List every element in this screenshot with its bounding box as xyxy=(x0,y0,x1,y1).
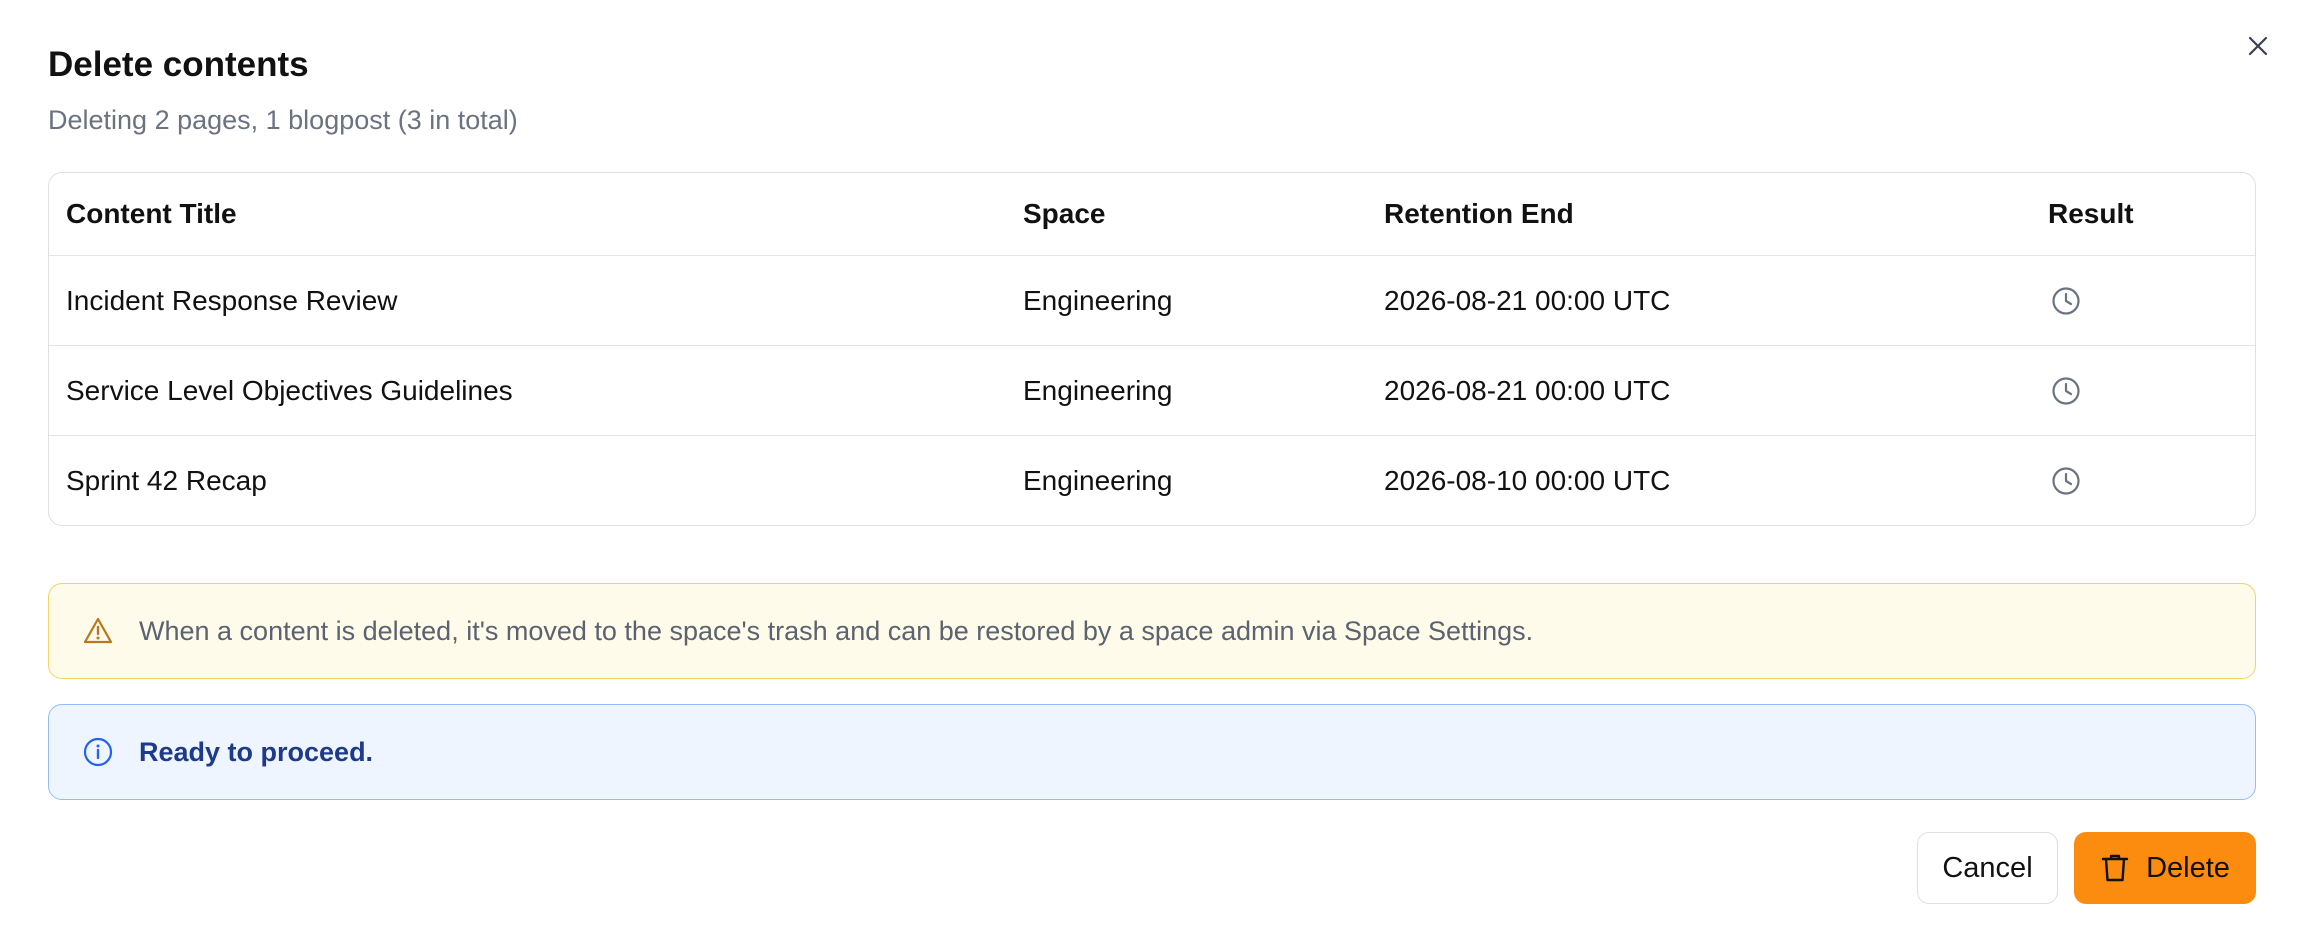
dialog-subtitle: Deleting 2 pages, 1 blogpost (3 in total… xyxy=(48,105,518,135)
cell-retention-end: 2026-08-10 00:00 UTC xyxy=(1384,464,1671,496)
close-button[interactable] xyxy=(2240,30,2276,66)
cell-content-title: Incident Response Review xyxy=(49,255,1006,346)
warning-text: When a content is deleted, it's moved to… xyxy=(139,615,1534,646)
clock-icon xyxy=(2050,465,2082,497)
cell-content-title: Service Level Objectives Guidelines xyxy=(49,345,1006,436)
cell-result xyxy=(2031,255,2255,346)
cell-space: Engineering xyxy=(1006,255,1367,346)
delete-contents-dialog: Delete contents Deleting 2 pages, 1 blog… xyxy=(0,0,2304,952)
warning-alert: When a content is deleted, it's moved to… xyxy=(48,583,2256,679)
table-header-row: Content Title Space Retention End Result xyxy=(49,173,2255,256)
info-alert: Ready to proceed. xyxy=(48,704,2256,800)
cell-space: Engineering xyxy=(1023,464,1173,496)
cell-result xyxy=(2031,345,2255,436)
info-circle-icon xyxy=(81,735,115,769)
clock-icon xyxy=(2050,375,2082,407)
warning-triangle-icon xyxy=(81,614,115,648)
table-row: Sprint 42 Recap Engineering 2026-08-10 0… xyxy=(49,436,2255,526)
contents-table: Content Title Space Retention End Result… xyxy=(48,172,2256,526)
clock-icon xyxy=(2050,285,2082,317)
column-header-retention-end: Retention End xyxy=(1367,173,2031,256)
cancel-button[interactable]: Cancel xyxy=(1917,832,2058,904)
column-header-space: Space xyxy=(1006,173,1367,256)
close-icon xyxy=(2246,34,2270,63)
cell-retention-end: 2026-08-21 00:00 UTC xyxy=(1367,255,2031,346)
delete-button[interactable]: Delete xyxy=(2074,832,2256,904)
column-header-result: Result xyxy=(2031,173,2255,256)
cell-result xyxy=(2031,436,2255,526)
table-row: Incident Response Review Engineering 202… xyxy=(49,255,2255,346)
trash-icon xyxy=(2100,852,2130,884)
delete-button-label: Delete xyxy=(2146,851,2230,884)
cell-retention-end: 2026-08-21 00:00 UTC xyxy=(1367,345,2031,436)
dialog-title: Delete contents xyxy=(48,45,309,84)
info-text: Ready to proceed. xyxy=(139,736,374,767)
cell-space: Engineering xyxy=(1006,345,1367,436)
table-row: Service Level Objectives Guidelines Engi… xyxy=(49,345,2255,436)
cell-content-title: Sprint 42 Recap xyxy=(66,464,267,496)
column-header-content-title: Content Title xyxy=(49,173,1006,256)
